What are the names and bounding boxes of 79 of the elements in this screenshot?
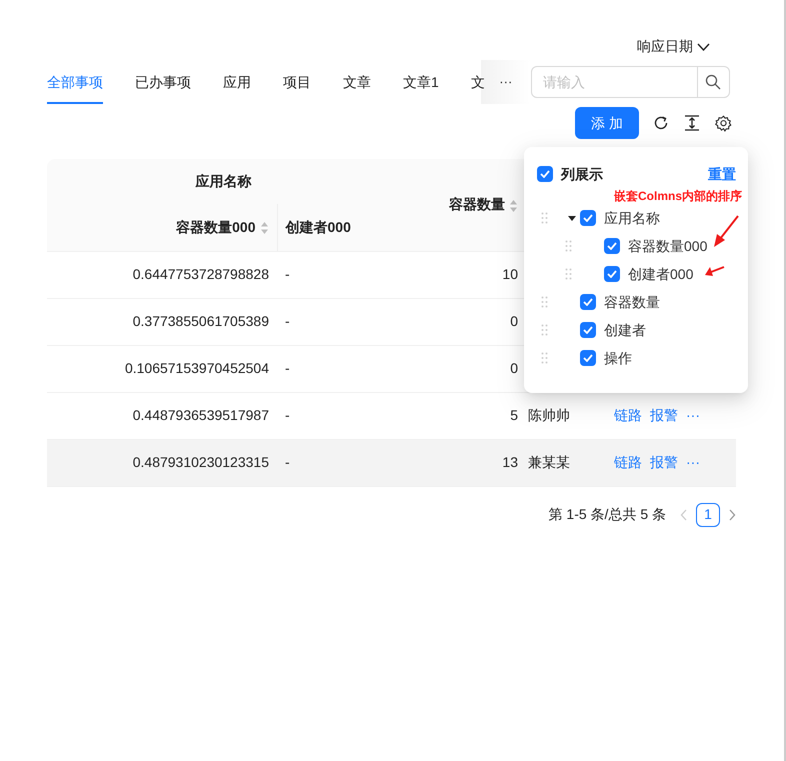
table-cell: 0: [510, 313, 518, 329]
check-icon: [583, 354, 593, 362]
column-option[interactable]: 创建者: [604, 320, 646, 340]
action-link[interactable]: 报警: [650, 454, 678, 470]
more-actions-link[interactable]: ···: [686, 407, 700, 423]
checkbox[interactable]: [580, 210, 596, 226]
table-cell: 0.10657153970452504: [124, 360, 269, 376]
column-header[interactable]: 容器数量000: [176, 218, 256, 235]
table-cell: 5: [510, 407, 518, 423]
checkbox[interactable]: [580, 294, 596, 310]
column-header[interactable]: 容器数量: [449, 196, 505, 212]
add-button[interactable]: 添 加: [575, 107, 639, 139]
check-icon: [583, 326, 593, 334]
more-actions-link[interactable]: ···: [686, 454, 700, 470]
checkbox[interactable]: [604, 238, 620, 254]
search-icon: [705, 74, 722, 90]
tab[interactable]: 应用: [223, 60, 251, 104]
column-height-icon[interactable]: [685, 115, 699, 131]
drag-handle-icon[interactable]: [541, 352, 548, 364]
expand-toggle-icon[interactable]: [568, 216, 576, 220]
table-cell: 0.3773855061705389: [132, 313, 269, 329]
tab[interactable]: 全部事项: [47, 60, 103, 104]
annotation-arrow: [704, 265, 726, 279]
settings-icon[interactable]: [715, 114, 732, 132]
check-icon: [607, 242, 617, 250]
next-page-icon[interactable]: [728, 508, 736, 520]
column-group-header: 应用名称: [196, 173, 252, 189]
checkbox[interactable]: [537, 166, 553, 182]
drag-handle-icon[interactable]: [541, 324, 548, 336]
checkbox[interactable]: [604, 266, 620, 282]
popover-title: 列展示: [561, 164, 603, 184]
column-option[interactable]: 操作: [604, 348, 632, 368]
table-cell: 兼某某: [528, 454, 570, 470]
table-cell: -: [285, 266, 290, 282]
tab[interactable]: 文: [470, 60, 485, 104]
tab[interactable]: 文章: [343, 60, 371, 104]
check-icon: [583, 214, 593, 222]
checkbox[interactable]: [580, 350, 596, 366]
action-link[interactable]: 链路: [614, 407, 642, 423]
checkbox[interactable]: [580, 322, 596, 338]
search-input[interactable]: 请输入: [532, 67, 697, 97]
table-cell: 0.4487936539517987: [132, 407, 269, 423]
table-cell: 陈帅帅: [528, 407, 570, 423]
date-filter[interactable]: 响应日期: [637, 33, 710, 60]
pagination-summary: 第 1-5 条/总共 5 条: [548, 505, 666, 524]
tab[interactable]: 已办事项: [135, 60, 191, 104]
page-button[interactable]: 1: [696, 502, 720, 526]
reset-link[interactable]: 重置: [708, 164, 736, 184]
table-cell: -: [285, 313, 290, 329]
action-link[interactable]: 链路: [614, 454, 642, 470]
drag-handle-icon[interactable]: [565, 268, 572, 280]
table-cell: 13: [502, 454, 518, 470]
annotation-text: 嵌套Colmns内部的排序: [614, 188, 742, 205]
more-tabs-button[interactable]: ···: [499, 72, 512, 92]
table-cell: 0.4879310230123315: [132, 454, 269, 470]
table-cell: 10: [502, 266, 518, 282]
table-cell: 0: [510, 360, 518, 376]
reload-icon[interactable]: [653, 115, 669, 131]
drag-handle-icon[interactable]: [541, 212, 548, 224]
check-icon: [583, 298, 593, 306]
table-cell: -: [285, 454, 290, 470]
tab[interactable]: 项目: [283, 60, 311, 104]
column-option[interactable]: 应用名称: [604, 208, 660, 228]
check-icon: [540, 170, 550, 178]
check-icon: [607, 270, 617, 278]
table-cell: 0.6447753728798828: [132, 266, 269, 282]
search-field[interactable]: 请输入: [530, 66, 730, 98]
column-header: 创建者000: [286, 218, 351, 235]
chevron-down-icon: [697, 42, 710, 50]
drag-handle-icon[interactable]: [541, 296, 548, 308]
table-cell: -: [285, 360, 290, 376]
action-link[interactable]: 报警: [650, 407, 678, 423]
column-option[interactable]: 容器数量000: [628, 236, 708, 256]
annotation-arrow: [712, 215, 740, 249]
drag-handle-icon[interactable]: [565, 240, 572, 252]
column-option[interactable]: 创建者000: [628, 264, 694, 284]
tab[interactable]: 文章1: [403, 60, 439, 104]
column-option[interactable]: 容器数量: [604, 292, 660, 312]
table-cell: -: [285, 407, 290, 423]
